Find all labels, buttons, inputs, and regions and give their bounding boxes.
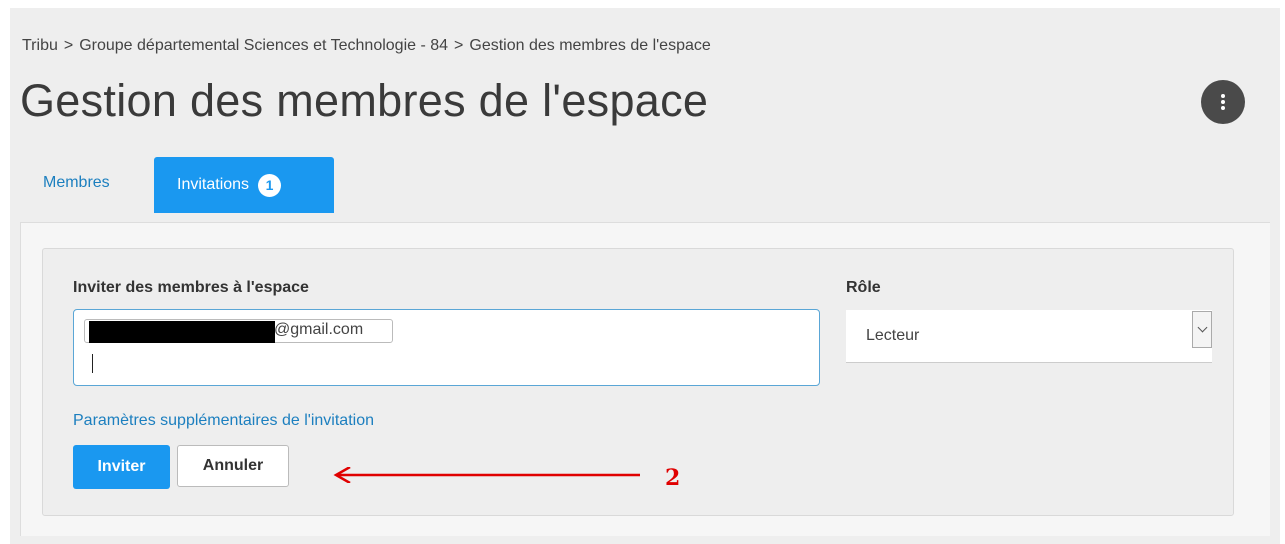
invite-members-label: Inviter des membres à l'espace — [73, 279, 309, 296]
advanced-invitation-settings-link[interactable]: Paramètres supplémentaires de l'invitati… — [73, 412, 374, 430]
tab-invitations-label: Invitations — [177, 176, 250, 193]
invite-email-input[interactable]: @gmail.com — [73, 309, 820, 386]
invite-button[interactable]: Inviter — [73, 445, 170, 489]
role-select[interactable]: Lecteur — [846, 310, 1212, 363]
breadcrumb-separator: > — [454, 37, 464, 54]
breadcrumb-item-group[interactable]: Groupe départemental Sciences et Technol… — [79, 37, 448, 54]
tab-invitations[interactable]: Invitations 1 — [154, 157, 334, 213]
cancel-button[interactable]: Annuler — [177, 445, 289, 487]
breadcrumb: Tribu > Groupe départemental Sciences et T… — [22, 37, 711, 55]
email-chip[interactable]: @gmail.com — [84, 319, 393, 343]
role-selected-value: Lecteur — [866, 327, 920, 344]
breadcrumb-item-tribu[interactable]: Tribu — [22, 37, 58, 54]
invitations-count-badge: 1 — [258, 173, 282, 197]
annotation-label: 2 — [665, 465, 681, 491]
vertical-ellipsis-icon — [1221, 94, 1225, 110]
email-chip-domain: @gmail.com — [274, 321, 364, 338]
role-label: Rôle — [846, 279, 881, 296]
annotation-arrow-icon — [333, 467, 640, 483]
tab-membres[interactable]: Membres — [43, 174, 110, 192]
chevron-down-icon[interactable] — [1192, 311, 1212, 348]
text-cursor — [92, 354, 93, 373]
breadcrumb-separator: > — [63, 37, 74, 54]
redacted-email-block — [89, 321, 275, 343]
breadcrumb-item-current: Gestion des membres de l'espace — [469, 37, 711, 54]
more-actions-button[interactable] — [1201, 80, 1245, 124]
page-title: Gestion des membres de l'espace — [20, 75, 709, 126]
